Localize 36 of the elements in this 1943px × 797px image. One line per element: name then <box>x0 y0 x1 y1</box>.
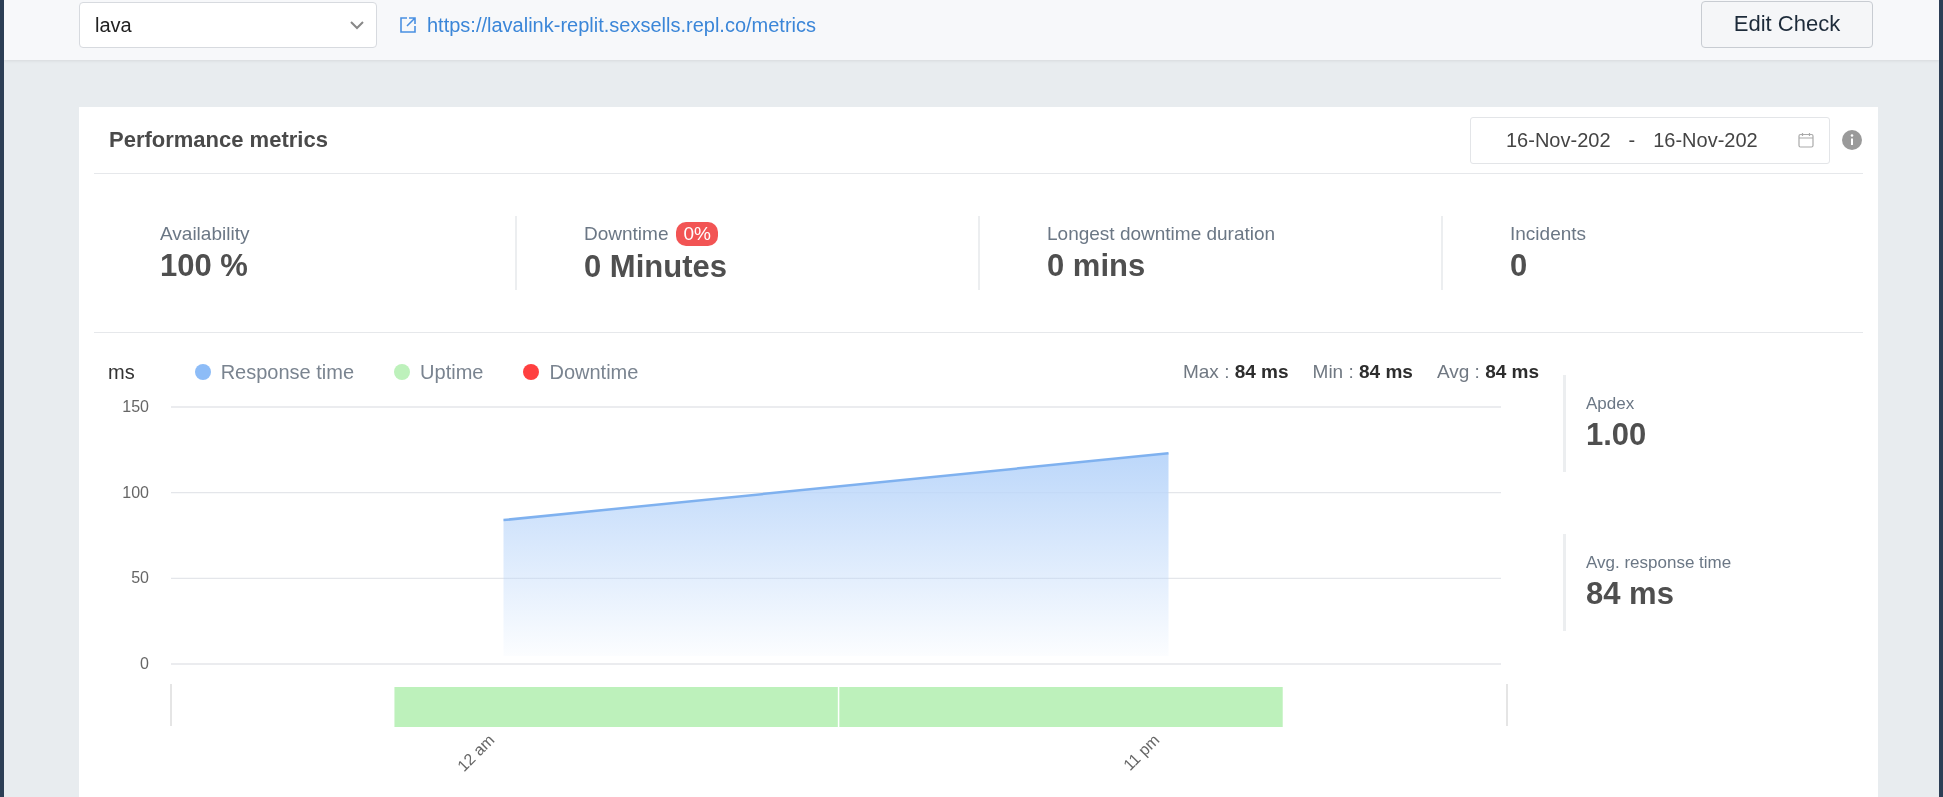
summary-value: 84 ms <box>1586 576 1675 612</box>
summary-label: Apdex <box>1586 394 1636 414</box>
monitor-select[interactable]: lava <box>79 2 377 48</box>
date-range-field[interactable]: 16-Nov-202 - 16-Nov-202 <box>1470 116 1830 164</box>
metric-value: 0 mins <box>1047 247 1147 284</box>
y-tick-label: 0 <box>140 655 149 672</box>
external-link-icon <box>399 16 417 34</box>
legend-label[interactable]: Uptime <box>420 360 484 384</box>
metric-label: Availability <box>160 222 250 245</box>
legend-label[interactable]: Response time <box>220 360 355 384</box>
downtime-badge: 0% <box>676 221 718 246</box>
x-tick-label: 11 pm <box>1120 731 1163 774</box>
legend-label[interactable]: Downtime <box>549 360 639 384</box>
legend-dot <box>194 364 211 380</box>
calendar-icon <box>1798 132 1814 148</box>
url-link[interactable]: https://lavalink-replit.sexsells.repl.co/metrics <box>427 13 816 37</box>
metric-label: Longest downtime duration <box>1047 222 1276 245</box>
panel-title: Performance metrics <box>109 127 328 153</box>
x-tick-label: 12 am <box>454 731 498 775</box>
summary-value: 1.00 <box>1586 417 1648 453</box>
stat-text: Min : 84 ms <box>1312 361 1413 383</box>
y-tick-label: 100 <box>122 483 149 501</box>
metric-value: 100 % <box>160 247 249 284</box>
y-tick-label: 50 <box>131 569 149 587</box>
stat-text: Avg : 84 ms <box>1436 361 1539 383</box>
chevron-down-icon <box>350 20 364 30</box>
summary-label: Avg. response time <box>1586 553 1732 573</box>
metric-value: 0 Minutes <box>584 248 728 285</box>
stat-text: Max : 84 ms <box>1182 361 1289 383</box>
metric-label: Incidents <box>1510 222 1587 245</box>
info-icon[interactable] <box>1842 130 1862 150</box>
metric-value: 0 <box>1510 247 1529 284</box>
axis-unit: ms <box>108 360 135 384</box>
edit-check-button[interactable]: Edit Check <box>1701 0 1873 48</box>
y-tick-label: 150 <box>122 398 149 415</box>
metric-label: Downtime <box>584 222 669 245</box>
